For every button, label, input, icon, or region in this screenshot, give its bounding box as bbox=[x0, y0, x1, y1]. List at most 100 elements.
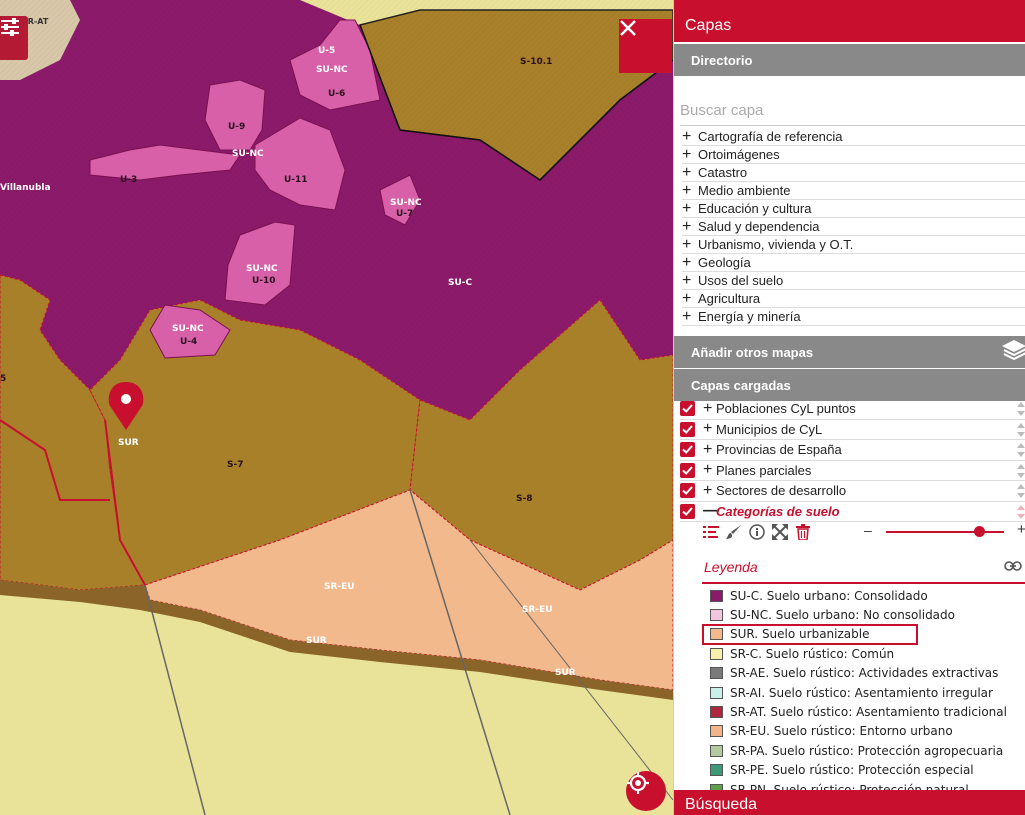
map-view[interactable]: SR-AT S-10.1 U-5 SU-NC U-6 U-9 SU-NC U-3… bbox=[0, 0, 673, 815]
category-item[interactable]: + Educación y cultura bbox=[682, 200, 1025, 218]
loaded-layer-item[interactable]: + Sectores de desarrollo bbox=[680, 481, 1025, 502]
legend-swatch bbox=[710, 744, 723, 757]
close-icon bbox=[620, 20, 636, 36]
minus-icon[interactable]: — bbox=[703, 503, 719, 519]
layer-checkbox[interactable] bbox=[680, 442, 695, 458]
category-label: Energía y minería bbox=[698, 309, 801, 324]
map-label: SUR bbox=[118, 438, 139, 448]
legend-label: SR-EU. Suelo rústico: Entorno urbano bbox=[730, 724, 953, 739]
layer-label: Categorías de suelo bbox=[716, 503, 840, 519]
directorio-header[interactable]: Directorio bbox=[674, 44, 1025, 76]
locate-button[interactable] bbox=[626, 771, 666, 811]
add-maps-label: Añadir otros mapas bbox=[691, 345, 814, 360]
plus-icon: + bbox=[682, 307, 692, 325]
legend-swatch bbox=[710, 609, 723, 622]
layer-checkbox[interactable] bbox=[680, 483, 695, 499]
legend-title: Leyenda bbox=[704, 559, 758, 575]
map-label: U-5 bbox=[318, 46, 335, 56]
category-label: Ortoimágenes bbox=[698, 147, 780, 162]
plus-icon[interactable]: + bbox=[703, 400, 716, 416]
category-item[interactable]: + Energía y minería bbox=[682, 308, 1025, 326]
category-item[interactable]: + Usos del suelo bbox=[682, 272, 1025, 290]
loaded-layers-header[interactable]: Capas cargadas bbox=[674, 369, 1025, 401]
search-layer-input[interactable]: Buscar capa bbox=[680, 100, 1025, 126]
category-item[interactable]: + Urbanismo, vivienda y O.T. bbox=[682, 236, 1025, 254]
plus-icon: + bbox=[682, 253, 692, 271]
loaded-layer-item[interactable]: + Provincias de España bbox=[680, 440, 1025, 461]
category-item[interactable]: + Medio ambiente bbox=[682, 182, 1025, 200]
category-label: Usos del suelo bbox=[698, 273, 784, 288]
opacity-slider-handle[interactable] bbox=[973, 526, 985, 537]
busqueda-header[interactable]: Búsqueda bbox=[674, 790, 1025, 815]
category-item[interactable]: + Salud y dependencia bbox=[682, 218, 1025, 236]
category-item[interactable]: + Cartografía de referencia bbox=[682, 128, 1025, 146]
map-label: 5 bbox=[0, 374, 6, 384]
legend-swatch bbox=[710, 764, 723, 777]
trash-icon[interactable] bbox=[794, 523, 812, 541]
category-item[interactable]: + Ortoimágenes bbox=[682, 146, 1025, 164]
plus-icon: + bbox=[682, 271, 692, 289]
loaded-layer-item[interactable]: + Planes parciales bbox=[680, 461, 1025, 481]
link-icon[interactable] bbox=[1004, 560, 1022, 575]
map-canvas[interactable]: SR-AT S-10.1 U-5 SU-NC U-6 U-9 SU-NC U-3… bbox=[0, 0, 673, 815]
legend-item: SR-PA. Suelo rústico: Protección agropec… bbox=[710, 741, 1025, 760]
layer-label: Municipios de CyL bbox=[716, 421, 823, 437]
category-label: Geología bbox=[698, 255, 751, 270]
map-label: SU-C bbox=[448, 278, 473, 288]
category-list: + Cartografía de referencia + Ortoimágenes +… bbox=[682, 128, 1025, 326]
add-maps-header[interactable]: Añadir otros mapas bbox=[674, 336, 1025, 368]
filter-button[interactable] bbox=[0, 16, 28, 60]
check-icon bbox=[682, 507, 693, 516]
layers-panel: Capas Directorio Buscar capa + Cartografí… bbox=[673, 0, 1025, 815]
crosshair-icon bbox=[627, 772, 649, 794]
category-label: Educación y cultura bbox=[698, 201, 812, 216]
layer-checkbox[interactable] bbox=[680, 462, 695, 478]
plus-icon: + bbox=[682, 163, 692, 181]
opacity-decrease-button[interactable]: – bbox=[864, 522, 872, 538]
category-item[interactable]: + Agricultura bbox=[682, 290, 1025, 308]
category-item[interactable]: + Geología bbox=[682, 254, 1025, 272]
layer-label: Planes parciales bbox=[716, 462, 812, 478]
reorder-arrows-icon[interactable] bbox=[1016, 422, 1025, 438]
legend-item: SR-PE. Suelo rústico: Protección especia… bbox=[710, 761, 1025, 780]
layer-tools: – + bbox=[702, 521, 1025, 542]
opacity-increase-button[interactable]: + bbox=[1017, 521, 1025, 538]
reorder-arrows-icon[interactable] bbox=[1016, 463, 1025, 479]
reorder-arrows-icon[interactable] bbox=[1016, 504, 1025, 520]
layer-checkbox[interactable] bbox=[680, 503, 695, 519]
map-label: SU-NC bbox=[232, 149, 264, 159]
category-item[interactable]: + Catastro bbox=[682, 164, 1025, 182]
map-label: Villanubla bbox=[0, 183, 51, 193]
layer-checkbox[interactable] bbox=[680, 401, 695, 417]
plus-icon[interactable]: + bbox=[703, 482, 716, 498]
plus-icon[interactable]: + bbox=[703, 421, 716, 437]
opacity-slider[interactable] bbox=[886, 531, 1004, 533]
category-label: Cartografía de referencia bbox=[698, 129, 843, 144]
brush-icon[interactable] bbox=[725, 523, 743, 541]
list-icon[interactable] bbox=[702, 523, 720, 541]
legend-label: SR-PE. Suelo rústico: Protección especia… bbox=[730, 763, 974, 778]
loaded-layer-item[interactable]: — Categorías de suelo bbox=[680, 502, 1025, 522]
plus-icon: + bbox=[682, 145, 692, 163]
layer-checkbox[interactable] bbox=[680, 421, 695, 437]
legend-item: SR-EU. Suelo rústico: Entorno urbano bbox=[710, 722, 1025, 741]
info-icon[interactable] bbox=[748, 523, 766, 541]
plus-icon[interactable]: + bbox=[703, 462, 716, 478]
map-label: SU-NC bbox=[172, 324, 204, 334]
legend-swatch bbox=[710, 667, 723, 680]
plus-icon[interactable]: + bbox=[703, 441, 716, 457]
loaded-layer-item[interactable]: + Poblaciones CyL puntos bbox=[680, 399, 1025, 420]
legend-label: SU-C. Suelo urbano: Consolidado bbox=[730, 588, 928, 603]
reorder-arrows-icon[interactable] bbox=[1016, 483, 1025, 499]
reorder-arrows-icon[interactable] bbox=[1016, 442, 1025, 458]
legend-item: SR-PN. Suelo rústico: Protección natural bbox=[710, 780, 1025, 790]
close-panel-button[interactable] bbox=[619, 19, 672, 73]
legend-item: SR-AT. Suelo rústico: Asentamiento tradi… bbox=[710, 702, 1025, 721]
plus-icon: + bbox=[682, 127, 692, 145]
reorder-arrows-icon[interactable] bbox=[1016, 401, 1025, 417]
check-icon bbox=[682, 404, 693, 414]
loaded-layer-item[interactable]: + Municipios de CyL bbox=[680, 420, 1025, 440]
map-label: U-9 bbox=[228, 122, 245, 132]
legend-swatch bbox=[710, 589, 723, 602]
expand-icon[interactable] bbox=[771, 523, 789, 541]
